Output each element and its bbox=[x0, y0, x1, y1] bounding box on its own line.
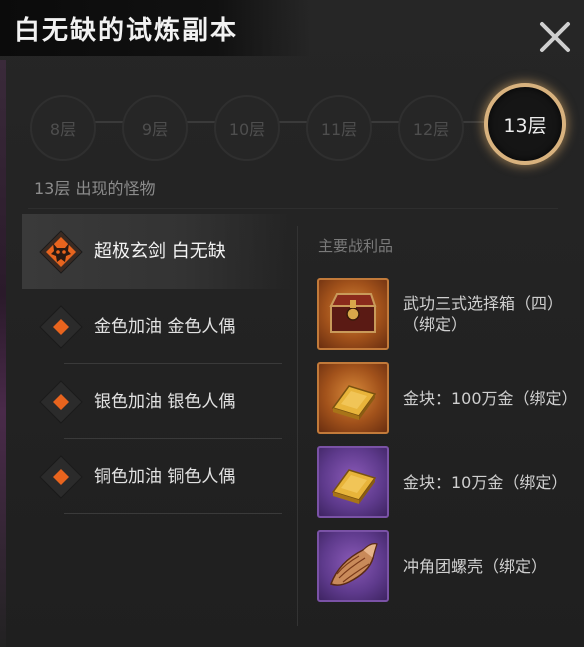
panel-title: 白无缺的试炼副本 bbox=[14, 16, 239, 46]
demon-skull-icon bbox=[39, 229, 83, 274]
monster-name: 银色加油 银色人偶 bbox=[94, 391, 236, 412]
loot-item-gold-100w[interactable]: 金块：100万金（绑定） bbox=[317, 356, 578, 440]
diamond-marker-icon bbox=[39, 304, 83, 349]
floor-button-10[interactable]: 10层 bbox=[214, 95, 280, 161]
section-divider bbox=[28, 208, 558, 209]
monster-name: 金色加油 金色人偶 bbox=[94, 316, 236, 337]
conch-shell-icon bbox=[317, 530, 389, 602]
panel-edge bbox=[0, 60, 6, 647]
monster-item-bronze[interactable]: 铜色加油 铜色人偶 bbox=[22, 439, 292, 514]
floor-button-11[interactable]: 11层 bbox=[306, 95, 372, 161]
floor-button-9[interactable]: 9层 bbox=[122, 95, 188, 161]
treasure-chest-icon bbox=[317, 278, 389, 350]
floor-selector: 8层 9层 10层 11层 12层 13层 bbox=[30, 83, 570, 165]
column-divider bbox=[297, 226, 298, 626]
diamond-marker-icon bbox=[39, 454, 83, 499]
close-icon bbox=[540, 22, 570, 52]
monster-item-boss[interactable]: 超极玄剑 白无缺 bbox=[22, 214, 292, 289]
gold-bar-icon bbox=[317, 446, 389, 518]
loot-section-title: 主要战利品 bbox=[318, 237, 394, 255]
floor-button-8[interactable]: 8层 bbox=[30, 95, 96, 161]
loot-list: 武功三式选择箱（四）（绑定） 金块：100万金（绑定） 金块：10万金（绑定） bbox=[317, 272, 578, 608]
floor-monsters-caption: 13层 出现的怪物 bbox=[34, 179, 156, 198]
floor-button-13[interactable]: 13层 bbox=[484, 83, 566, 165]
title-banner: 白无缺的试炼副本 bbox=[0, 0, 310, 56]
monster-name: 超极玄剑 白无缺 bbox=[94, 240, 226, 262]
loot-name: 武功三式选择箱（四）（绑定） bbox=[403, 294, 564, 334]
monster-list: 超极玄剑 白无缺 金色加油 金色人偶 银色加油 银色人偶 铜色加油 铜色人偶 bbox=[22, 214, 292, 514]
loot-item-chest[interactable]: 武功三式选择箱（四）（绑定） bbox=[317, 272, 577, 356]
loot-name: 冲角团螺壳（绑定） bbox=[403, 556, 548, 576]
diamond-marker-icon bbox=[39, 379, 83, 424]
monster-item-silver[interactable]: 银色加油 银色人偶 bbox=[22, 364, 292, 439]
gold-bar-icon bbox=[317, 362, 389, 434]
floor-button-12[interactable]: 12层 bbox=[398, 95, 464, 161]
loot-name: 金块：10万金（绑定） bbox=[403, 472, 568, 492]
loot-item-gold-10w[interactable]: 金块：10万金（绑定） bbox=[317, 440, 577, 524]
row-divider bbox=[64, 513, 282, 514]
loot-name: 金块：100万金（绑定） bbox=[403, 388, 578, 408]
close-button[interactable] bbox=[538, 20, 572, 54]
monster-item-gold[interactable]: 金色加油 金色人偶 bbox=[22, 289, 292, 364]
monster-name: 铜色加油 铜色人偶 bbox=[94, 466, 236, 487]
loot-item-conch[interactable]: 冲角团螺壳（绑定） bbox=[317, 524, 577, 608]
